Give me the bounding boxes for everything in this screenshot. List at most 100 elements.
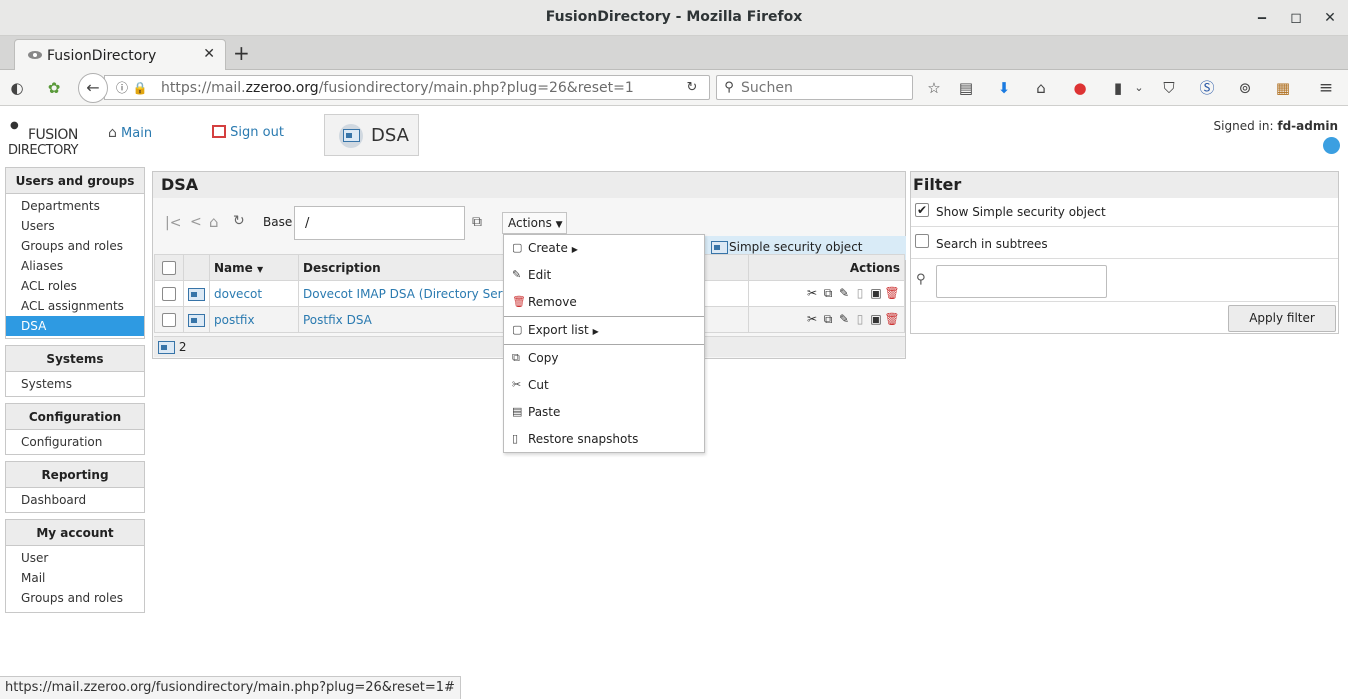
row-name-link[interactable]: postfix [214,313,255,327]
paste-icon: ▤ [512,405,523,418]
menu-item-acl-assignments[interactable]: ACL assignments [6,296,144,316]
refresh-icon[interactable]: ↻ [233,213,245,229]
home-icon[interactable]: ⌂ [1032,79,1050,97]
download-icon[interactable]: ⬇ [995,79,1013,97]
search-bar[interactable]: ⚲ [716,75,913,100]
base-selector[interactable]: / [294,206,465,240]
apply-filter-button[interactable]: Apply filter [1228,305,1336,332]
menu-section-title: Systems [6,346,144,372]
menu-edit[interactable]: ✎ Edit [504,262,704,288]
mask-icon[interactable]: ◐ [8,79,26,97]
actions-column-header: Actions [748,254,905,281]
show-simple-checkbox[interactable]: ✔ [915,203,929,217]
minimize-icon[interactable]: ‒ [1252,8,1272,28]
edit-icon[interactable]: ✎ [836,286,852,300]
cut-icon[interactable]: ✂ [804,286,820,300]
menu-restore-snapshots[interactable]: ▯ Restore snapshots [504,426,704,452]
reload-icon[interactable]: ↻ [683,79,701,97]
first-page-icon[interactable]: |< [165,215,181,231]
dsa-icon [188,313,205,327]
menu-export-list[interactable]: ▢ Export list ▶ [504,317,704,343]
select-all-checkbox[interactable] [162,260,176,275]
edit-icon[interactable]: ✎ [836,312,852,326]
back-icon[interactable]: < [190,214,202,230]
menu-item-my-groups-roles[interactable]: Groups and roles [6,588,144,608]
chevron-down-icon[interactable]: ⌄ [1130,79,1148,97]
notification-dot[interactable] [1323,137,1340,154]
tab-close-icon[interactable]: ✕ [203,46,215,62]
menu-remove[interactable]: 🗑 Remove [504,289,704,315]
filter-title: Filter [911,172,1338,198]
main-link[interactable]: ⌂ Main [108,125,152,141]
tab-title: FusionDirectory [47,48,157,64]
menu-copy[interactable]: ⧉ Copy [504,345,704,371]
bookmark-star-icon[interactable]: ☆ [925,79,943,97]
window-titlebar: FusionDirectory - Mozilla Firefox ‒ ◻ ✕ [0,0,1348,36]
menu-item-dsa[interactable]: DSA [6,316,144,336]
url-text[interactable]: https://mail.zzeroo.org/fusiondirectory/… [161,80,634,96]
save-icon[interactable]: ▣ [868,312,884,326]
close-window-icon[interactable]: ✕ [1320,8,1340,28]
snapshot-icon[interactable]: ▯ [852,312,868,326]
current-plugin-header: DSA [324,114,419,156]
window-title: FusionDirectory - Mozilla Firefox [545,9,803,25]
root-home-icon[interactable]: ⌂ [209,213,219,231]
menu-item-users[interactable]: Users [6,216,144,236]
maximize-icon[interactable]: ◻ [1286,8,1306,28]
menu-item-user[interactable]: User [6,548,144,568]
current-plugin-title: DSA [371,125,409,146]
filter-search-input[interactable] [936,265,1107,298]
cut-icon[interactable]: ✂ [804,312,820,326]
row-description-link[interactable]: Postfix DSA [303,313,372,327]
addon-icon[interactable]: ✿ [45,79,63,97]
menu-paste[interactable]: ▤ Paste [504,399,704,425]
copy-icon[interactable]: ⧉ [820,312,836,327]
lock-icon: 🔒 [132,81,148,95]
snapshot-restore-icon: ▯ [512,432,519,445]
menu-item-mail[interactable]: Mail [6,568,144,588]
row-name-link[interactable]: dovecot [214,287,262,301]
delete-icon[interactable]: 🗑 [884,312,900,326]
pocket-icon[interactable]: ● [1071,79,1089,97]
base-browse-icon[interactable]: ⧉ [472,214,482,230]
new-tab-icon[interactable]: + [233,41,250,65]
copy-icon[interactable]: ⧉ [820,286,836,301]
row-checkbox[interactable] [162,286,176,301]
grid-extension-icon[interactable]: ▦ [1274,79,1292,97]
menu-reporting: Reporting Dashboard [5,461,145,513]
snapshot-icon[interactable]: ▯ [852,286,868,300]
clipboard-icon[interactable]: ▮ [1109,79,1127,97]
menu-item-configuration[interactable]: Configuration [6,432,144,452]
delete-icon[interactable]: 🗑 [884,286,900,300]
save-icon[interactable]: ▣ [868,286,884,300]
menu-item-groups-roles[interactable]: Groups and roles [6,236,144,256]
menu-section-title: Users and groups [6,168,144,194]
menu-item-aliases[interactable]: Aliases [6,256,144,276]
name-column-header[interactable]: Name ▼ [209,254,299,281]
menu-item-dashboard[interactable]: Dashboard [6,490,144,510]
search-subtrees-checkbox[interactable] [915,234,929,248]
info-icon[interactable]: ⓘ [113,79,131,97]
url-bar[interactable]: ⓘ 🔒 https://mail.zzeroo.org/fusiondirect… [104,75,710,100]
hamburger-menu-icon[interactable]: ≡ [1317,79,1335,97]
menu-cut[interactable]: ✂ Cut [504,372,704,398]
reading-list-icon[interactable]: ▤ [957,79,975,97]
s-extension-icon[interactable]: Ⓢ [1198,79,1216,97]
home-icon: ⌂ [108,125,117,141]
fusiondirectory-logo[interactable]: ● FUSION DIRECTORY [8,116,78,160]
row-checkbox[interactable] [162,312,176,327]
nav-toolbar: ◐ ✿ ⓘ 🔒 https://mail.zzeroo.org/fusiondi… [0,70,1348,106]
menu-create[interactable]: ▢ Create ▶ [504,235,704,261]
search-input[interactable] [739,78,909,97]
ublock-icon[interactable]: ⛉ [1160,79,1178,97]
submenu-arrow-icon: ▶ [592,327,599,336]
sync-icon[interactable]: ⊚ [1236,79,1254,97]
menu-item-systems[interactable]: Systems [6,374,144,394]
menu-item-departments[interactable]: Departments [6,196,144,216]
back-button[interactable]: ← [78,73,108,103]
row-description-link[interactable]: Dovecot IMAP DSA (Directory Service [303,287,527,301]
signout-link[interactable]: Sign out [212,125,284,140]
menu-item-acl-roles[interactable]: ACL roles [6,276,144,296]
actions-button[interactable]: Actions ▼ [502,212,567,234]
browser-tab[interactable]: FusionDirectory ✕ [14,39,226,70]
